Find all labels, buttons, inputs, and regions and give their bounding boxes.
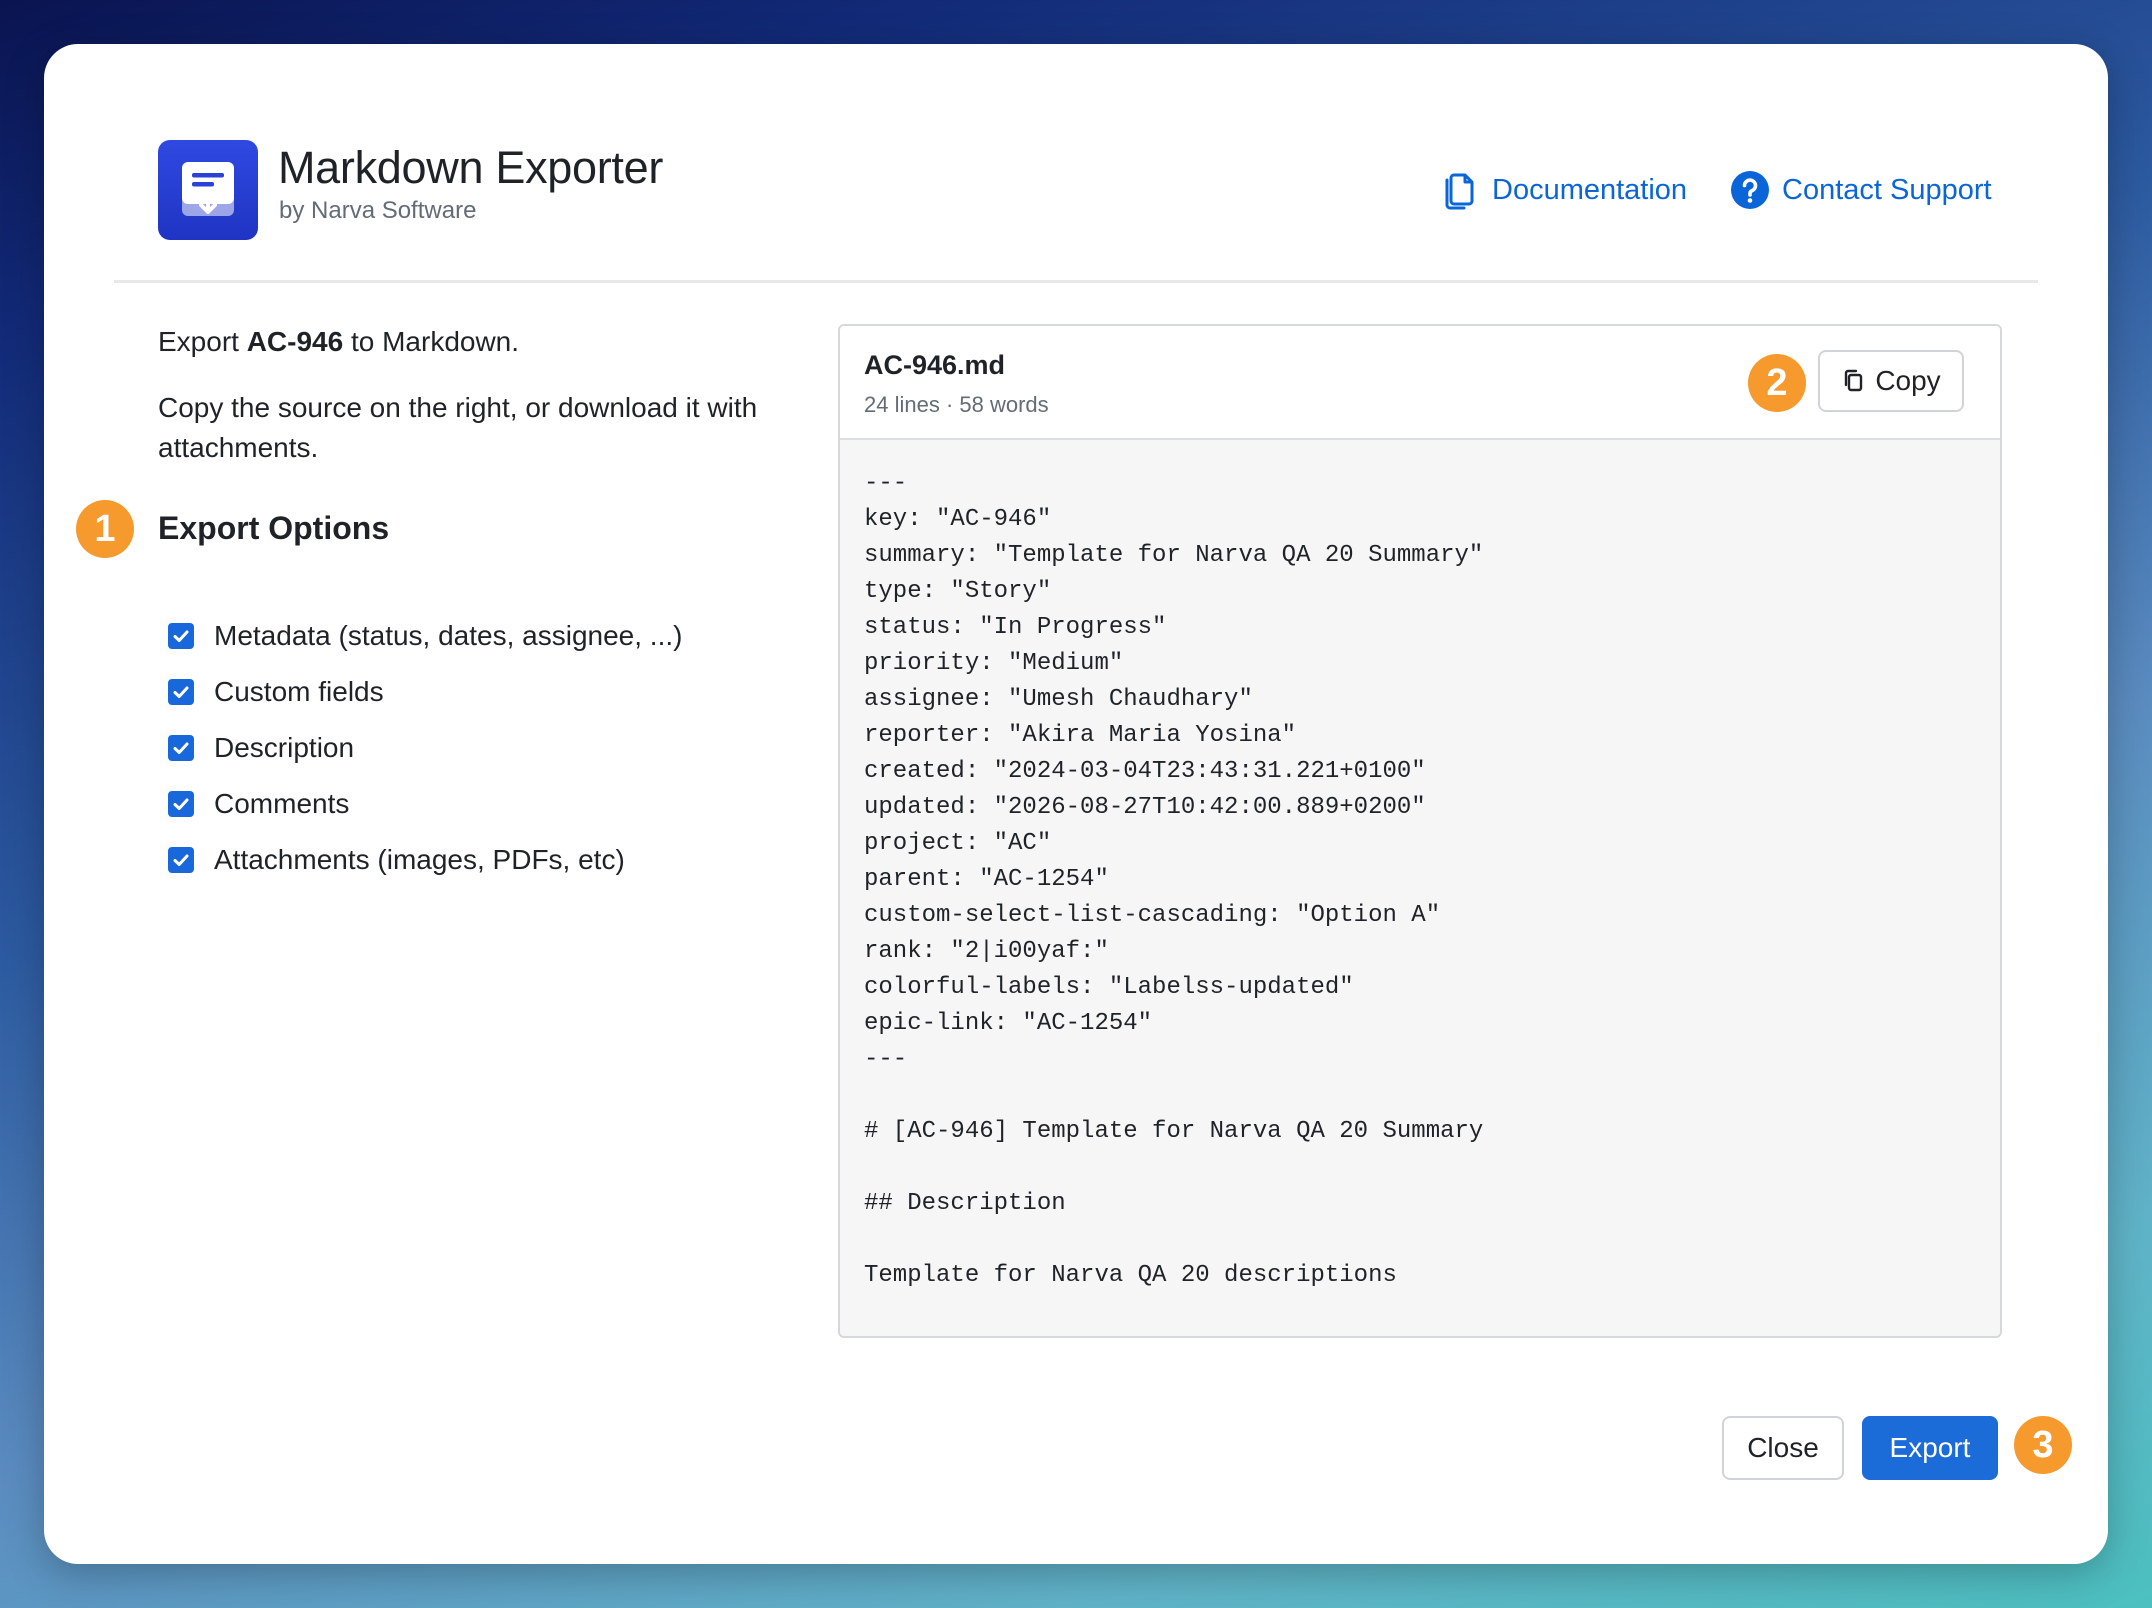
header-divider xyxy=(114,280,2038,283)
issue-key: AC-946 xyxy=(246,326,344,357)
export-dialog: Markdown Exporter by Narva Software Docu… xyxy=(44,44,2108,1564)
markdown-preview-panel: AC-946.md 24 lines · 58 words Copy --- k… xyxy=(838,324,2002,1338)
option-description[interactable]: Description xyxy=(168,728,354,768)
option-custom-fields[interactable]: Custom fields xyxy=(168,672,384,712)
copy-button-label: Copy xyxy=(1875,365,1941,396)
checkmark-icon xyxy=(173,854,189,866)
export-options-heading: Export Options xyxy=(158,510,390,546)
checkbox-description[interactable] xyxy=(168,735,194,761)
documentation-link[interactable]: Documentation xyxy=(1442,170,1687,210)
checkbox-metadata[interactable] xyxy=(168,623,194,649)
option-metadata[interactable]: Metadata (status, dates, assignee, ...) xyxy=(168,616,682,656)
dialog-header: Markdown Exporter by Narva Software Docu… xyxy=(44,44,2108,282)
option-label: Custom fields xyxy=(214,676,384,707)
close-button[interactable]: Close xyxy=(1722,1416,1844,1480)
question-circle-icon xyxy=(1731,171,1769,209)
option-attachments[interactable]: Attachments (images, PDFs, etc) xyxy=(168,840,625,880)
checkbox-attachments[interactable] xyxy=(168,847,194,873)
contact-support-link-label: Contact Support xyxy=(1782,173,1992,206)
option-label: Description xyxy=(214,732,355,763)
option-label: Metadata (status, dates, assignee, ...) xyxy=(214,620,683,651)
checkmark-icon xyxy=(173,798,189,810)
file-name: AC-946.md xyxy=(864,350,1006,380)
step-badge-1: 1 xyxy=(76,500,134,558)
file-stats: 24 lines · 58 words xyxy=(864,392,1049,417)
intro-prefix: Export xyxy=(158,326,247,357)
copy-button[interactable]: Copy xyxy=(1818,350,1964,412)
option-label: Attachments (images, PDFs, etc) xyxy=(214,844,625,875)
option-comments[interactable]: Comments xyxy=(168,784,349,824)
checkbox-comments[interactable] xyxy=(168,791,194,817)
checkmark-icon xyxy=(173,686,189,698)
checkmark-icon xyxy=(173,630,189,642)
file-header: AC-946.md 24 lines · 58 words Copy xyxy=(840,326,2000,440)
contact-support-link[interactable]: Contact Support xyxy=(1730,170,1992,210)
export-instructions: Copy the source on the right, or downloa… xyxy=(158,392,758,463)
documentation-link-label: Documentation xyxy=(1492,173,1688,206)
app-title: Markdown Exporter xyxy=(278,142,664,193)
checkbox-custom-fields[interactable] xyxy=(168,679,194,705)
markdown-source: --- key: "AC-946" summary: "Template for… xyxy=(864,470,1484,1289)
intro-suffix: to Markdown. xyxy=(343,326,520,357)
app-logo xyxy=(158,140,258,240)
document-download-icon xyxy=(182,162,234,216)
copy-icon xyxy=(1845,369,1863,392)
option-label: Comments xyxy=(214,788,350,819)
step-badge-2: 2 xyxy=(1748,354,1806,412)
step-badge-3: 3 xyxy=(2014,1416,2072,1474)
documents-icon xyxy=(1445,173,1474,210)
export-intro: Export AC-946 to Markdown. xyxy=(158,326,519,358)
checkmark-icon xyxy=(173,742,189,754)
export-button[interactable]: Export xyxy=(1862,1416,1998,1480)
app-vendor: by Narva Software xyxy=(279,197,477,224)
